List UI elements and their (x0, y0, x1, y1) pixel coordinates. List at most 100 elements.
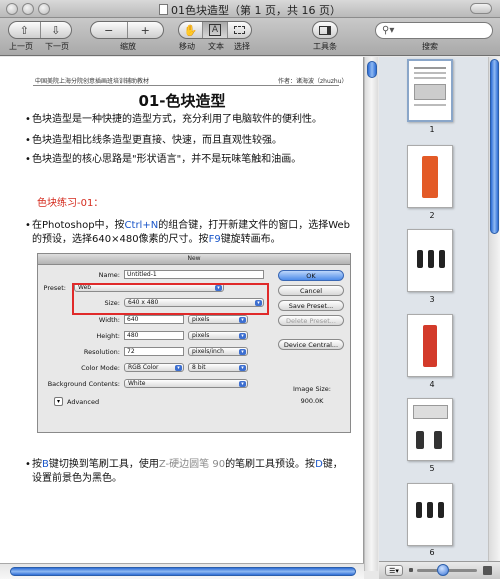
large-thumb-icon (483, 566, 492, 575)
bullet-item: • 色块造型相比线条造型更直接、快速，而且直观性较强。 (25, 134, 352, 148)
move-tool-button[interactable]: ✋ (179, 22, 204, 38)
minus-icon: − (104, 23, 114, 37)
shortcut-d: D (315, 459, 323, 470)
page-header-right: 作者：诸海波（zhuzhu） (278, 78, 348, 85)
color-mode-value: RGB Color (128, 364, 159, 371)
text-tool-icon: A (208, 24, 222, 36)
chevron-down-icon: ▾ (175, 365, 182, 371)
thumbnail-number: 1 (429, 125, 435, 134)
zoom-in-button[interactable]: + (128, 22, 164, 38)
height-unit-select: pixels ▾ (188, 331, 248, 340)
shortcut-f9: F9 (208, 234, 221, 245)
bullet-item: • 色块造型是一种快捷的造型方式，充分利用了电脑软件的便利性。 (25, 113, 352, 127)
chevron-down-icon: ▾ (239, 365, 246, 371)
step-one: • 在Photoshop中，按Ctrl+N的组合键，打开新建文件的窗口，选择Web… (25, 219, 352, 247)
sidebar-status-bar: ☰▾ (379, 561, 500, 579)
background-label: Background Contents: (47, 380, 120, 388)
page-vertical-scrollbar[interactable] (364, 57, 378, 571)
hand-icon: ✋ (183, 23, 198, 37)
sidebar-toggle-button[interactable] (312, 21, 338, 39)
advanced-disclosure-icon: ▾ (54, 397, 63, 406)
chevron-down-icon: ▾ (239, 333, 246, 339)
thumbnail-page-4[interactable] (407, 314, 453, 377)
small-thumb-icon (409, 568, 413, 572)
resolution-field: 72 (124, 347, 184, 356)
bullet-dot: • (25, 135, 31, 146)
bullet-text: 色块造型相比线条造型更直接、快速，而且直观性较强。 (32, 135, 282, 146)
bullet-text: 色块造型的核心思路是"形状语言"，并不是玩味笔触和油画。 (32, 154, 302, 165)
thumbnail-page-5[interactable] (407, 398, 453, 461)
text-tool-button[interactable]: A (203, 22, 228, 38)
delete-preset-button: Delete Preset... (278, 315, 344, 326)
horizontal-scroll-thumb[interactable] (10, 567, 356, 576)
sidebar-icon (313, 22, 337, 38)
search-field[interactable]: ⚲▾ (375, 22, 493, 39)
resolution-unit-select: pixels/inch ▾ (188, 347, 248, 356)
select-label: 选择 (234, 42, 250, 51)
thumbnail-number: 2 (429, 211, 435, 220)
height-field: 480 (124, 331, 184, 340)
highlight-box (72, 283, 269, 315)
step1-suffix: 键旋转画布。 (220, 234, 281, 245)
exercise-title: 色块练习-01： (37, 198, 104, 209)
background-value: White (128, 380, 146, 387)
arrow-up-icon: ⇧ (19, 23, 29, 37)
thumbnail-page-1[interactable] (407, 59, 453, 122)
bit-depth-value: 8 bit (192, 364, 206, 371)
preset-label: Preset: (43, 284, 66, 292)
step-two: • 按B键切换到笔刷工具，使用Z-硬边圆笔 90的笔刷工具预设。按D键，设置前景色… (25, 458, 352, 486)
toolbar: ⇧ ⇩ 上一页 下一页 − + 缩放 ✋ A 移动 文本 选择 工具条 ⚲▾ 搜… (0, 18, 500, 56)
dashed-box-icon (233, 26, 245, 34)
text-label: 文本 (208, 42, 224, 51)
bullet-dot: • (25, 459, 31, 470)
tool-mode-segment: ✋ A (178, 21, 252, 39)
thumbnail-number: 5 (429, 464, 435, 473)
search-label: 搜索 (422, 42, 438, 51)
height-unit: pixels (192, 332, 210, 339)
toolbar-toggle-label: 工具条 (313, 42, 337, 51)
name-field: Untitled-1 (124, 270, 264, 279)
toolbar-pill-button[interactable] (470, 3, 492, 14)
name-label: Name: (98, 271, 120, 279)
plus-icon: + (140, 23, 150, 37)
page-nav-segment: ⇧ ⇩ (8, 21, 72, 39)
zoom-out-button[interactable]: − (91, 22, 128, 38)
sidebar-scrollbar[interactable] (488, 57, 500, 561)
brush-preset-name: Z-硬边圆笔 90 (158, 459, 226, 470)
thumbnail-page-2[interactable] (407, 145, 453, 208)
bullet-dot: • (25, 114, 31, 125)
width-unit: pixels (192, 316, 210, 323)
next-page-button[interactable]: ⇩ (41, 22, 72, 38)
next-label: 下一页 (45, 42, 69, 51)
page-horizontal-scrollbar[interactable] (0, 563, 364, 579)
select-tool-button[interactable] (228, 22, 251, 38)
step2-mid2: 的笔刷工具预设。按 (225, 459, 316, 470)
zoom-segment: − + (90, 21, 164, 39)
cancel-button: Cancel (278, 285, 344, 296)
document-icon (159, 4, 168, 15)
list-view-icon[interactable]: ☰▾ (385, 565, 403, 576)
chevron-down-icon: ▾ (239, 317, 246, 323)
thumbnail-page-3[interactable] (407, 229, 453, 292)
bullet-dot: • (25, 154, 31, 165)
advanced-label: Advanced (67, 398, 100, 406)
bullet-dot: • (25, 220, 31, 231)
thumbnail-page-6[interactable] (407, 483, 453, 546)
sidebar-scroll-thumb[interactable] (490, 59, 499, 234)
step1-prefix: 在Photoshop中，按 (32, 220, 125, 231)
arrow-down-icon: ⇩ (51, 23, 61, 37)
page-scroll-thumb[interactable] (367, 61, 377, 78)
device-central-button: Device Central... (278, 339, 344, 350)
window-title: 01色块造型（第 1 页，共 16 页） (0, 2, 500, 18)
slider-knob[interactable] (437, 564, 449, 576)
color-mode-select: RGB Color ▾ (124, 363, 184, 372)
step2-mid1: 键切换到笔刷工具，使用 (48, 459, 159, 470)
bit-depth-select: 8 bit ▾ (188, 363, 248, 372)
shortcut-ctrl-n: Ctrl+N (124, 220, 159, 231)
bullet-text: 色块造型是一种快捷的造型方式，充分利用了电脑软件的便利性。 (32, 114, 322, 125)
step2-prefix: 按 (32, 459, 42, 470)
prev-label: 上一页 (9, 42, 33, 51)
thumbnail-number: 3 (429, 295, 435, 304)
height-label: Height: (96, 332, 120, 340)
previous-page-button[interactable]: ⇧ (9, 22, 41, 38)
